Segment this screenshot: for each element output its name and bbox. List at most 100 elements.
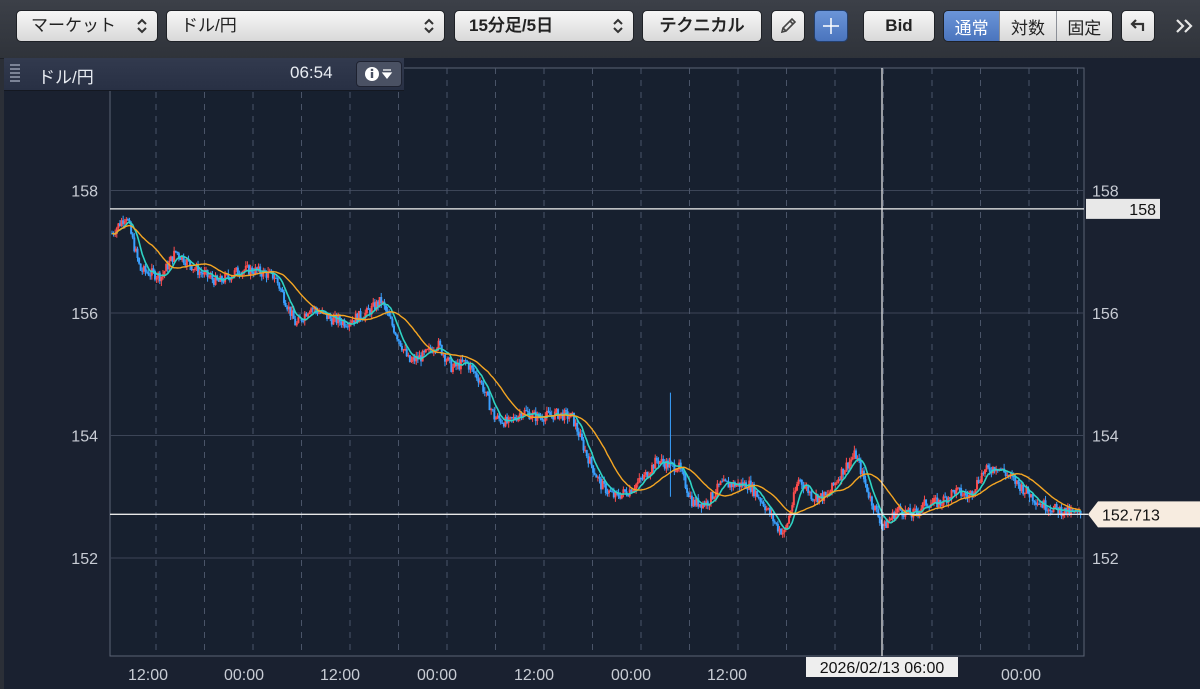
candle-body	[491, 409, 494, 411]
plot-area	[109, 67, 1085, 657]
y-tick-left: 154	[71, 429, 98, 446]
candle-body	[870, 496, 873, 506]
candle-body	[295, 322, 298, 326]
candle-body	[144, 266, 147, 272]
period-select-label: 15分足/5日	[469, 16, 554, 35]
candle-body	[655, 457, 658, 461]
candle-body	[783, 530, 786, 533]
undo-button[interactable]	[1121, 10, 1155, 42]
candle-body	[208, 276, 211, 278]
candle-body	[794, 490, 797, 493]
candle-body	[964, 493, 967, 496]
crosshair-time-label: 2026/02/13 06:00	[820, 660, 945, 677]
candle-body	[391, 318, 394, 326]
price-chart[interactable]: 158 156 154 152 158 156 154 152 12:00 00:00 12:00 0…	[4, 58, 1200, 689]
bid-button[interactable]: Bid	[863, 10, 935, 42]
candle-body	[851, 457, 854, 460]
candle-body	[549, 412, 552, 416]
candle-body	[775, 522, 778, 524]
candle-body	[445, 360, 448, 362]
candle-body	[568, 417, 571, 419]
candle-body	[494, 417, 497, 420]
symbol-select[interactable]: ドル/円	[166, 10, 445, 42]
candle-body	[236, 267, 239, 275]
candle-body	[875, 505, 878, 510]
candle-body	[475, 373, 478, 379]
candle-body	[944, 496, 947, 498]
candle-body	[713, 497, 716, 499]
candle-body	[421, 350, 424, 362]
y-tick-left: 158	[71, 184, 98, 201]
candle-body	[1071, 509, 1074, 511]
scale-mode-fixed[interactable]: 固定	[1056, 11, 1112, 41]
scale-mode-segmented: 通常 対数 固定	[943, 10, 1113, 42]
chart-panel[interactable]: 158 156 154 152 158 156 154 152 12:00 00:00 12:00 0…	[4, 58, 1200, 689]
undo-icon	[1130, 19, 1145, 31]
candle-body	[283, 292, 286, 303]
y-tick-right: 152	[1092, 551, 1119, 568]
candle-body	[123, 221, 126, 224]
crosshair-icon	[823, 18, 839, 34]
candle-body	[308, 312, 311, 314]
x-tick-label: 12:00	[707, 667, 747, 684]
candle-body	[176, 251, 179, 254]
drag-grip-icon[interactable]	[10, 64, 20, 84]
candle-body	[921, 502, 924, 509]
scale-mode-normal[interactable]: 通常	[944, 11, 1001, 41]
candle-body	[193, 268, 196, 270]
candle-body	[332, 317, 335, 325]
scale-mode-log[interactable]: 対数	[1000, 11, 1057, 41]
candle-body	[604, 483, 607, 494]
candle-body	[488, 395, 491, 411]
x-tick-label: 12:00	[514, 667, 554, 684]
candle-body	[759, 498, 762, 502]
candle-body	[864, 479, 867, 485]
candle-body	[397, 339, 400, 341]
y-tick-right: 156	[1092, 306, 1119, 323]
period-select[interactable]: 15分足/5日	[454, 10, 634, 42]
candle-body	[609, 490, 612, 492]
double-chevron-right-icon[interactable]	[1172, 12, 1196, 40]
candle-body	[843, 470, 846, 475]
crosshair-toggle-button[interactable]	[814, 10, 848, 42]
updown-chevron-icon	[424, 18, 434, 34]
candle-body	[788, 516, 791, 524]
candle-body	[385, 305, 388, 311]
candle-body	[925, 499, 928, 506]
candle-body	[160, 276, 163, 282]
candle-body	[835, 482, 838, 484]
candle-body	[146, 271, 149, 273]
candle-body	[163, 271, 166, 275]
candle-body	[848, 461, 851, 469]
candle-body	[276, 277, 279, 284]
candle-body	[792, 492, 795, 506]
candle-body	[174, 250, 177, 252]
x-tick-label: 00:00	[224, 667, 264, 684]
candle-body	[623, 489, 626, 492]
info-menu-button[interactable]	[356, 61, 402, 87]
chart-info-bar: ドル/円 06:54	[4, 58, 404, 91]
candle-body	[480, 381, 483, 383]
y-tick-right: 154	[1092, 429, 1119, 446]
candle-body	[1017, 480, 1020, 485]
market-select-label: マーケット	[31, 16, 116, 35]
candle-body	[590, 457, 593, 466]
candle-body	[684, 475, 687, 488]
updown-chevron-icon	[137, 18, 147, 34]
candle-body	[526, 410, 529, 412]
candle-body	[472, 367, 475, 372]
technical-button[interactable]: テクニカル	[642, 10, 762, 42]
candle-body	[451, 366, 454, 372]
candle-body	[988, 467, 991, 472]
market-select[interactable]: マーケット	[16, 10, 158, 42]
draw-tool-button[interactable]	[771, 10, 805, 42]
candle-body	[499, 418, 502, 423]
candle-body	[762, 501, 765, 507]
candle-body	[756, 491, 759, 497]
candle-body	[565, 410, 568, 412]
candle-body	[474, 371, 477, 374]
candle-body	[786, 523, 789, 528]
candle-body	[278, 283, 281, 289]
candle-body	[147, 272, 150, 276]
x-tick-label: 00:00	[1001, 667, 1041, 684]
